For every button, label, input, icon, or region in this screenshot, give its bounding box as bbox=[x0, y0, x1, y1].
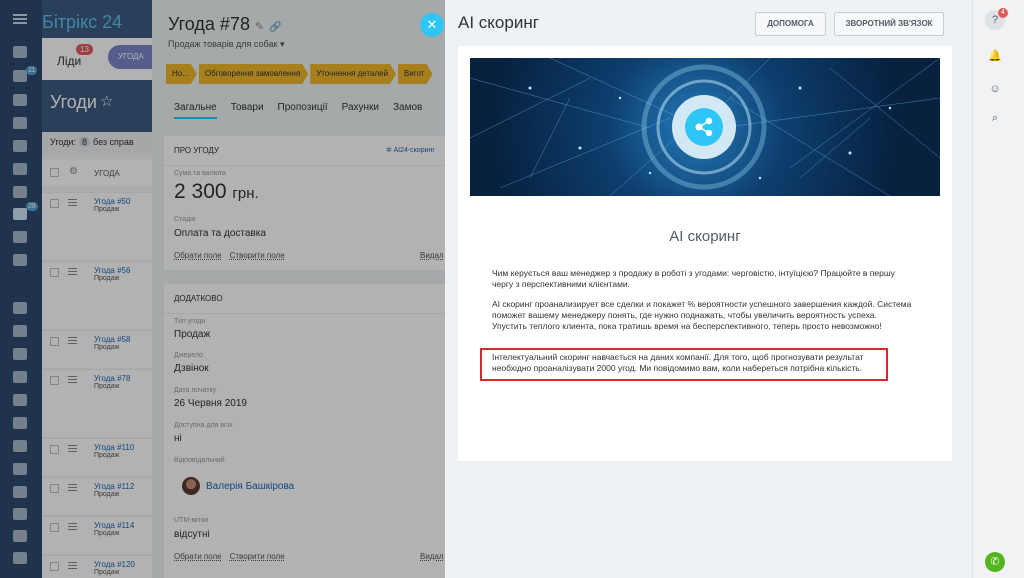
requirement-paragraph: Інтелектуальний скоринг навчається на да… bbox=[492, 352, 864, 373]
ai-hero-image bbox=[470, 58, 940, 196]
bell-icon[interactable]: 🔔 bbox=[985, 46, 1005, 66]
description-paragraph: Чим керується ваш менеджер з продажу в р… bbox=[492, 268, 895, 289]
chat-icon[interactable]: ☺ bbox=[985, 79, 1005, 99]
ai-heading: AI скоринг bbox=[669, 228, 741, 245]
description-paragraph: AI скоринг проанализирует все сделки и п… bbox=[492, 299, 912, 331]
ai-scoring-panel: AI скоринг ДОПОМОГА ЗВОРОТНИЙ ЗВ'ЯЗОК AI… bbox=[445, 0, 972, 578]
feedback-button[interactable]: ЗВОРОТНИЙ ЗВ'ЯЗОК bbox=[834, 12, 944, 36]
help-button[interactable]: ДОПОМОГА bbox=[755, 12, 826, 36]
panel-title: AI скоринг bbox=[458, 13, 539, 32]
close-icon: ✕ bbox=[426, 17, 438, 32]
phone-icon[interactable]: ✆ bbox=[985, 552, 1005, 572]
search-icon[interactable]: ⌕ bbox=[985, 108, 1005, 128]
close-slider-button[interactable]: ✕ bbox=[420, 13, 444, 37]
overlay[interactable] bbox=[0, 0, 445, 578]
right-toolbar: ? 4 🔔 ☺ ⌕ ✆ bbox=[972, 0, 1024, 578]
ai-content-card: AI скоринг Чим керується ваш менеджер з … bbox=[458, 46, 952, 461]
help-badge: 4 bbox=[998, 8, 1008, 18]
